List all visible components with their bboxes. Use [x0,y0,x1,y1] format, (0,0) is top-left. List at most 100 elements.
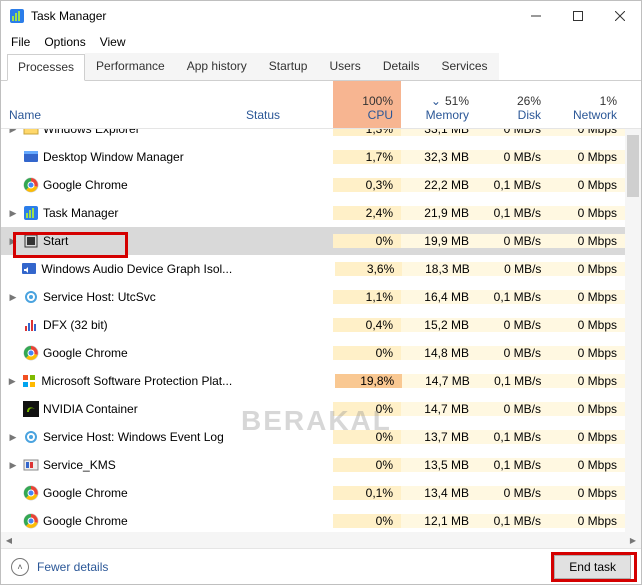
process-disk: 0 MB/s [477,318,549,332]
header-network[interactable]: 1% Network [549,81,625,128]
audio-icon [21,261,37,277]
process-cpu: 1,7% [333,150,401,164]
header-name[interactable]: Name [1,81,238,128]
process-name: Windows Explorer [43,129,140,136]
process-network: 0 Mbps [549,346,625,360]
folder-icon [23,129,39,137]
header-disk[interactable]: 26% Disk [477,81,549,128]
process-name: Google Chrome [43,514,128,528]
sort-indicator-icon: ⌄ [431,94,441,108]
gear-icon [23,289,39,305]
menubar: File Options View [1,31,641,53]
expand-icon[interactable]: ▶ [7,208,19,219]
process-row[interactable]: ▶Service_KMS0%13,5 MB0,1 MB/s0 Mbps [1,451,625,479]
process-memory: 18,3 MB [402,262,478,276]
vertical-scrollbar[interactable] [625,129,641,532]
fewer-details-button[interactable]: ˄ Fewer details [11,558,108,576]
scroll-left-icon[interactable]: ◀ [1,532,17,548]
maximize-button[interactable] [557,1,599,31]
window-title: Task Manager [31,9,106,23]
close-button[interactable] [599,1,641,31]
tab-startup[interactable]: Startup [258,53,319,80]
end-task-button[interactable]: End task [554,555,631,579]
process-network: 0 Mbps [549,486,625,500]
expand-icon[interactable]: ▶ [7,236,19,247]
menu-options[interactable]: Options [44,35,85,49]
expand-icon[interactable]: ▶ [7,376,17,387]
process-disk: 0 MB/s [477,402,549,416]
task-manager-window: Task Manager File Options View Processes… [0,0,642,585]
tab-services[interactable]: Services [431,53,499,80]
process-memory: 13,5 MB [401,458,477,472]
process-memory: 33,1 MB [401,129,477,136]
kms-icon [23,457,39,473]
process-row[interactable]: ▶Service Host: Windows Event Log0%13,7 M… [1,423,625,451]
process-disk: 0,1 MB/s [478,374,550,388]
chrome-icon [23,177,39,193]
process-cpu: 0% [333,458,401,472]
taskmgr-icon [23,205,39,221]
expand-icon[interactable]: ▶ [7,460,19,471]
process-row[interactable]: ▶Service Host: UtcSvc1,1%16,4 MB0,1 MB/s… [1,283,625,311]
tabs: Processes Performance App history Startu… [1,53,641,81]
menu-view[interactable]: View [100,35,126,49]
process-name: Google Chrome [43,486,128,500]
process-row[interactable]: ▶Task Manager2,4%21,9 MB0,1 MB/s0 Mbps [1,199,625,227]
mspp-icon [21,373,37,389]
process-row[interactable]: Windows Audio Device Graph Isol...3,6%18… [1,255,625,283]
horizontal-scrollbar[interactable]: ◀ ▶ [1,532,641,548]
tab-processes[interactable]: Processes [7,54,85,81]
process-cpu: 0% [333,430,401,444]
process-row[interactable]: Google Chrome0,1%13,4 MB0 MB/s0 Mbps [1,479,625,507]
header-memory[interactable]: ⌄51% Memory [401,81,477,128]
process-network: 0 Mbps [549,374,625,388]
process-row[interactable]: Google Chrome0%14,8 MB0 MB/s0 Mbps [1,339,625,367]
process-network: 0 Mbps [549,178,625,192]
process-name: NVIDIA Container [43,402,138,416]
expand-icon[interactable]: ▶ [7,129,19,135]
app-icon [9,8,25,24]
process-cpu: 1,3% [333,129,401,136]
tab-app-history[interactable]: App history [176,53,258,80]
process-name: Google Chrome [43,346,128,360]
process-row[interactable]: Google Chrome0%12,1 MB0,1 MB/s0 Mbps [1,507,625,532]
process-row[interactable]: Google Chrome0,3%22,2 MB0,1 MB/s0 Mbps [1,171,625,199]
process-cpu: 3,6% [335,262,403,276]
header-status[interactable]: Status [238,81,333,128]
footer: ˄ Fewer details End task [1,548,641,584]
minimize-button[interactable] [515,1,557,31]
process-network: 0 Mbps [549,150,625,164]
process-disk: 0 MB/s [477,486,549,500]
process-network: 0 Mbps [549,262,625,276]
process-row[interactable]: NVIDIA Container0%14,7 MB0 MB/s0 Mbps [1,395,625,423]
process-memory: 19,9 MB [401,234,477,248]
process-cpu: 1,1% [333,290,401,304]
expand-icon[interactable]: ▶ [7,432,19,443]
menu-file[interactable]: File [11,35,30,49]
process-name: Google Chrome [43,178,128,192]
process-memory: 16,4 MB [401,290,477,304]
process-disk: 0,1 MB/s [477,206,549,220]
process-network: 0 Mbps [549,430,625,444]
header-cpu[interactable]: 100% CPU [333,81,401,128]
process-cpu: 0,4% [333,318,401,332]
process-memory: 32,3 MB [401,150,477,164]
expand-icon[interactable]: ▶ [7,292,19,303]
tab-performance[interactable]: Performance [85,53,176,80]
process-row[interactable]: ▶Windows Explorer1,3%33,1 MB0 MB/s0 Mbps [1,129,625,143]
process-disk: 0,1 MB/s [477,458,549,472]
process-cpu: 19,8% [335,374,403,388]
process-network: 0 Mbps [549,234,625,248]
process-name: Service_KMS [43,458,116,472]
process-disk: 0,1 MB/s [477,290,549,304]
tab-details[interactable]: Details [372,53,431,80]
process-row[interactable]: DFX (32 bit)0,4%15,2 MB0 MB/s0 Mbps [1,311,625,339]
tab-users[interactable]: Users [318,53,371,80]
scroll-right-icon[interactable]: ▶ [625,532,641,548]
process-row[interactable]: ▶Start0%19,9 MB0 MB/s0 Mbps [1,227,625,255]
process-row[interactable]: Desktop Window Manager1,7%32,3 MB0 MB/s0… [1,143,625,171]
process-row[interactable]: ▶Microsoft Software Protection Plat...19… [1,367,625,395]
process-memory: 14,8 MB [401,346,477,360]
scroll-thumb[interactable] [627,135,639,197]
process-memory: 14,7 MB [402,374,478,388]
